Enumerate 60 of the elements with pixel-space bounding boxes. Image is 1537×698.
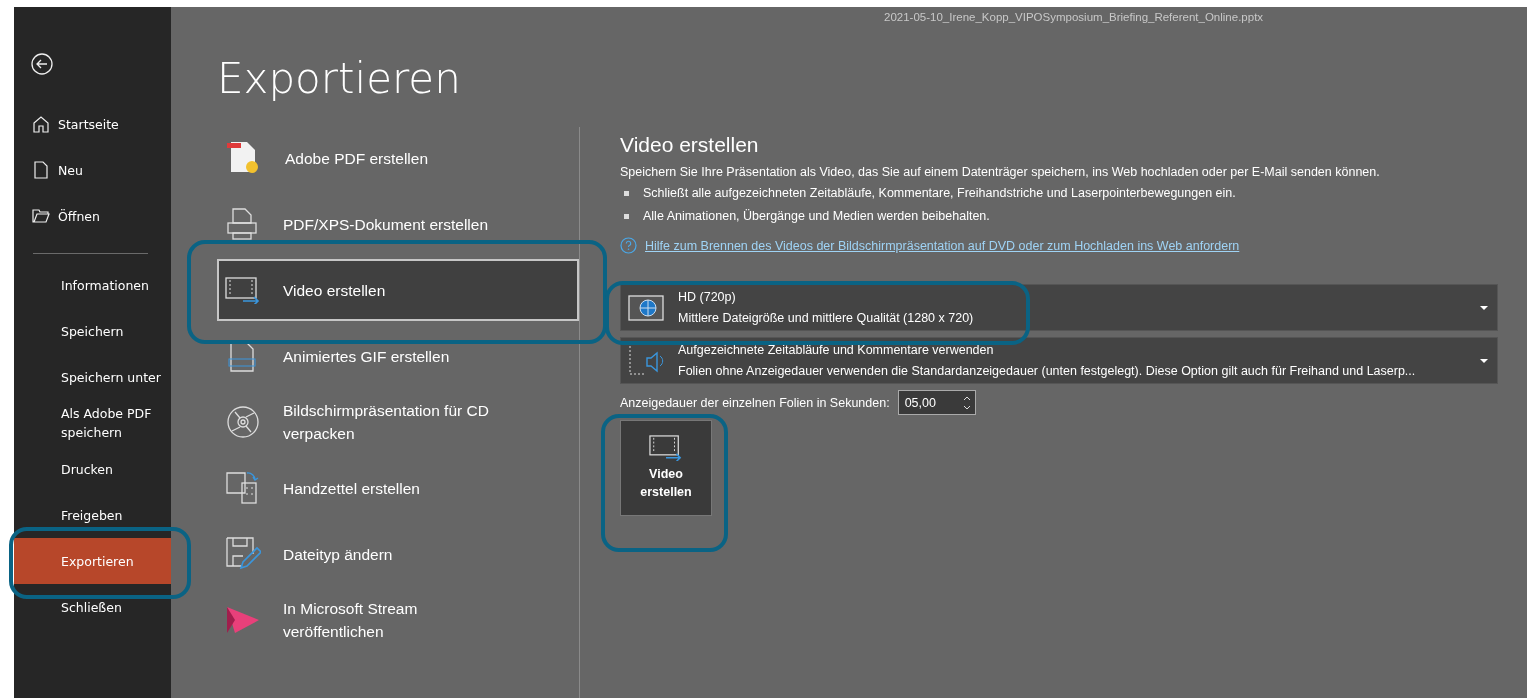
sidebar-item[interactable]: Als Adobe PDF speichern bbox=[14, 400, 171, 446]
export-option[interactable]: Animiertes GIF erstellen bbox=[217, 325, 579, 387]
duration-label: Anzeigedauer der einzelnen Folien in Sekunden: bbox=[620, 395, 890, 410]
export-option-label: Video erstellen bbox=[283, 280, 387, 301]
export-option[interactable]: Adobe PDF erstellen bbox=[217, 127, 579, 189]
document-icon bbox=[32, 161, 50, 179]
export-option-label: In Microsoft Stream veröffentlichen bbox=[283, 599, 419, 642]
sidebar-item[interactable]: Öffnen bbox=[14, 193, 171, 239]
export-option[interactable]: PDF/XPS-Dokument erstellen bbox=[217, 193, 579, 255]
sidebar-item[interactable]: Neu bbox=[14, 147, 171, 193]
export-option[interactable]: In Microsoft Stream veröffentlichen bbox=[217, 589, 579, 651]
sidebar-item[interactable]: Speichern unter bbox=[14, 354, 171, 400]
export-option-label: Handzettel erstellen bbox=[283, 478, 421, 499]
sidebar-item-label: Öffnen bbox=[58, 207, 100, 226]
export-option-label: Adobe PDF erstellen bbox=[285, 148, 430, 169]
dropdown[interactable]: HD (720p) Mittlere Dateigröße und mittlere Qualität (1280 x 720) bbox=[620, 284, 1498, 331]
bullet-text: Alle Animationen, Übergänge und Medien werden beibehalten. bbox=[643, 208, 990, 225]
sidebar-item[interactable]: Exportieren bbox=[14, 538, 171, 584]
export-option[interactable]: Dateityp ändern bbox=[217, 523, 579, 585]
video-export-icon bbox=[225, 276, 261, 304]
export-option[interactable]: Video erstellen bbox=[217, 259, 579, 321]
slide-audio-icon bbox=[627, 343, 665, 378]
dropdown-title: HD (720p) bbox=[678, 288, 737, 306]
spin-arrows-icon[interactable] bbox=[962, 394, 971, 411]
folder-icon bbox=[32, 207, 50, 225]
sidebar-item[interactable]: Speichern bbox=[14, 308, 171, 354]
duration-spin-field[interactable]: 05,00 bbox=[897, 390, 976, 415]
sidebar-item[interactable]: Startseite bbox=[14, 101, 171, 147]
export-option[interactable]: Handzettel erstellen bbox=[217, 457, 579, 519]
sidebar-item[interactable]: Schließen bbox=[14, 584, 171, 630]
sidebar-item-label: Neu bbox=[58, 161, 83, 180]
export-option-label: Bildschirmpräsentation für CD verpacken bbox=[283, 401, 490, 444]
export-option-label: PDF/XPS-Dokument erstellen bbox=[283, 214, 490, 235]
page-title: Exportieren bbox=[217, 53, 462, 105]
dropdown-title: Aufgezeichnete Zeitabläufe und Kommentare verwenden bbox=[678, 341, 995, 359]
back-icon[interactable] bbox=[31, 53, 53, 75]
dropdown-subtitle: Folien ohne Anzeigedauer verwenden die Standardanzeigedauer (unten festgelegt). Diese Option gilt auch für Freihand und Laserp... bbox=[678, 362, 1417, 380]
sidebar-item-label: Startseite bbox=[58, 115, 119, 134]
monitor-globe-icon bbox=[627, 292, 665, 323]
panel-title: Video erstellen bbox=[620, 132, 760, 158]
disc-icon bbox=[225, 404, 261, 440]
help-link[interactable]: Hilfe zum Brennen des Videos der Bildschirmpräsentation auf DVD oder zum Hochladen ins Web anfordern bbox=[645, 238, 1240, 253]
dropdown-caret-icon bbox=[1479, 304, 1489, 311]
sidebar-item[interactable]: Informationen bbox=[14, 262, 171, 308]
create-video-button[interactable]: Video erstellen bbox=[620, 420, 712, 516]
sidebar-item[interactable]: Drucken bbox=[14, 446, 171, 492]
export-option-label: Animiertes GIF erstellen bbox=[283, 346, 451, 367]
sidebar-item[interactable]: Freigeben bbox=[14, 492, 171, 538]
dropdown-caret-icon bbox=[1479, 357, 1489, 364]
save-edit-icon bbox=[225, 536, 261, 572]
home-icon bbox=[32, 115, 50, 133]
dropdown-subtitle: Mittlere Dateigröße und mittlere Qualität (1280 x 720) bbox=[678, 309, 975, 327]
export-option[interactable]: Bildschirmpräsentation für CD verpacken bbox=[217, 391, 579, 453]
export-option-label: Dateityp ändern bbox=[283, 544, 394, 565]
file-name: 2021-05-10_Irene_Kopp_VIPOSymposium_Briefing_Referent_Online.pptx bbox=[884, 11, 1264, 23]
video-export-icon bbox=[649, 435, 683, 461]
bullet-text: Schließt alle aufgezeichneten Zeitabläufe, Kommentare, Freihandstriche und Laserpointerbewegungen ein. bbox=[643, 185, 1236, 202]
handout-icon bbox=[225, 469, 261, 507]
dropdown[interactable]: Aufgezeichnete Zeitabläufe und Kommentare verwenden Folien ohne Anzeigedauer verwenden die Standardanzeigedauer (unten festgelegt). Diese Option gilt auch für Freihand und Laserp... bbox=[620, 337, 1498, 384]
panel-description: Speichern Sie Ihre Präsentation als Video, das Sie auf einem Datenträger speichern, ins Web hochladen oder per E-Mail senden können. bbox=[620, 164, 1381, 181]
